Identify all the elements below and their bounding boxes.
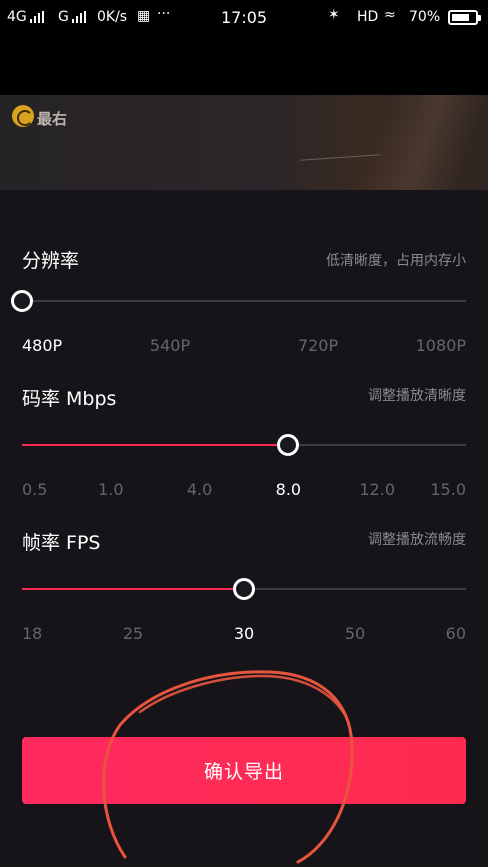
battery-percent: 70% — [409, 9, 441, 25]
network-speed: 0K/s — [97, 9, 128, 25]
framerate-slider-handle[interactable] — [233, 578, 255, 600]
bitrate-option[interactable]: 15.0 — [430, 480, 466, 499]
bitrate-hint: 调整播放清晰度 — [368, 388, 466, 404]
network-type-1: 4G — [7, 9, 27, 25]
logo-text: 最右 — [37, 110, 68, 128]
battery-icon — [448, 10, 481, 25]
confirm-export-button[interactable]: 确认导出 — [22, 737, 466, 804]
resolution-option[interactable]: 480P — [22, 336, 62, 355]
bitrate-slider[interactable] — [22, 444, 466, 446]
resolution-slider[interactable] — [22, 300, 466, 302]
bitrate-option[interactable]: 4.0 — [187, 480, 212, 499]
status-bar: 4G G 0K/s ▦ ··· 17:05 ✶ HD ≈ 70% — [0, 0, 488, 36]
framerate-option[interactable]: 30 — [234, 624, 254, 643]
hd-badge: HD — [357, 9, 379, 25]
framerate-option[interactable]: 18 — [22, 624, 42, 643]
framerate-option[interactable]: 60 — [446, 624, 466, 643]
bitrate-option[interactable]: 8.0 — [276, 480, 301, 499]
more-icon: ··· — [157, 6, 171, 22]
signal-icon-2 — [72, 11, 86, 23]
network-type-2: G — [58, 9, 69, 25]
framerate-hint: 调整播放流畅度 — [368, 532, 466, 548]
resolution-option[interactable]: 720P — [298, 336, 338, 355]
bluetooth-icon: ✶ — [328, 7, 340, 23]
bitrate-option[interactable]: 0.5 — [22, 480, 47, 499]
clock: 17:05 — [221, 8, 268, 27]
logo-icon — [12, 105, 34, 127]
framerate-option[interactable]: 50 — [345, 624, 365, 643]
framerate-option[interactable]: 25 — [123, 624, 143, 643]
resolution-title: 分辨率 — [22, 250, 80, 272]
bitrate-option[interactable]: 12.0 — [359, 480, 395, 499]
notification-icon: ▦ — [137, 8, 151, 24]
signal-icon — [30, 11, 44, 23]
wifi-icon: ≈ — [384, 7, 396, 23]
framerate-title: 帧率 FPS — [22, 532, 101, 554]
bitrate-title: 码率 Mbps — [22, 388, 117, 410]
resolution-option[interactable]: 540P — [150, 336, 190, 355]
bitrate-option[interactable]: 1.0 — [98, 480, 123, 499]
resolution-option[interactable]: 1080P — [416, 336, 466, 355]
resolution-slider-handle[interactable] — [11, 290, 33, 312]
video-preview: 最右 — [0, 95, 488, 190]
resolution-hint: 低清晰度，占用内存小 — [326, 253, 466, 269]
